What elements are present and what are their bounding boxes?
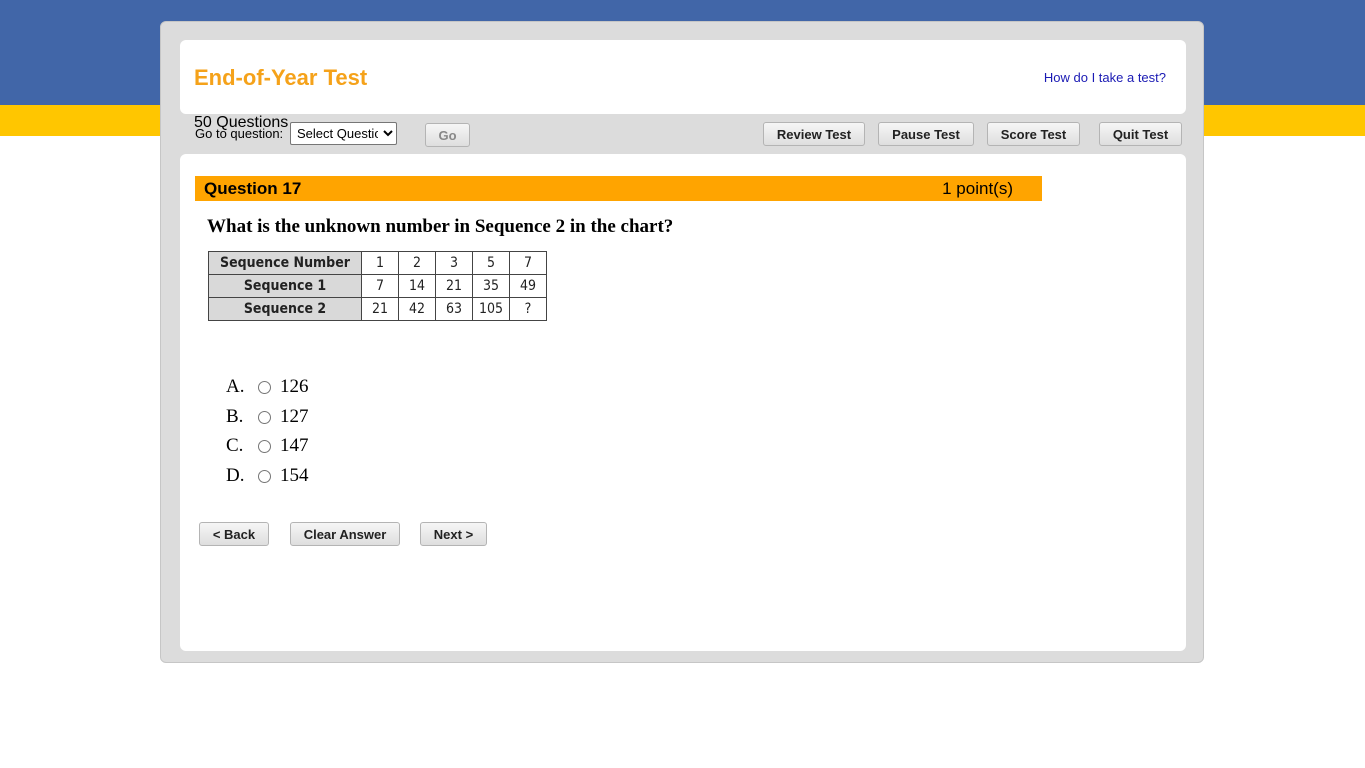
question-header-bar: Question 17 1 point(s) — [195, 176, 1042, 201]
answer-letter: D. — [226, 465, 245, 486]
sequence-table: Sequence Number 1 2 3 5 7 Sequence 1 7 1… — [208, 251, 547, 321]
table-cell: 5 — [472, 251, 510, 275]
back-button[interactable]: < Back — [199, 522, 269, 546]
answer-choice-d[interactable]: D. 154 — [226, 465, 426, 489]
table-cell: 14 — [398, 274, 436, 298]
table-cell: 1 — [361, 251, 399, 275]
next-button[interactable]: Next > — [420, 522, 487, 546]
row-header: Sequence Number — [208, 251, 362, 275]
score-test-button[interactable]: Score Test — [987, 122, 1080, 146]
question-text: What is the unknown number in Sequence 2… — [207, 216, 674, 237]
pause-test-button[interactable]: Pause Test — [878, 122, 974, 146]
answer-value: 154 — [280, 465, 309, 486]
question-panel: Question 17 1 point(s) What is the unkno… — [180, 154, 1186, 651]
answer-choice-b[interactable]: B. 127 — [226, 406, 426, 430]
question-points: 1 point(s) — [942, 179, 1013, 198]
test-title: End-of-Year Test — [194, 65, 368, 90]
test-frame: End-of-Year Test How do I take a test? 5… — [160, 21, 1204, 663]
test-header: End-of-Year Test How do I take a test? 5… — [180, 40, 1186, 131]
row-header: Sequence 1 — [208, 274, 362, 298]
table-cell: 63 — [435, 297, 473, 321]
answer-value: 126 — [280, 376, 309, 397]
go-button[interactable]: Go — [425, 123, 470, 147]
answer-choice-a[interactable]: A. 126 — [226, 376, 426, 400]
answer-letter: B. — [226, 406, 244, 427]
question-select[interactable]: Select Question — [290, 122, 397, 145]
row-header: Sequence 2 — [208, 297, 362, 321]
quit-test-button[interactable]: Quit Test — [1099, 122, 1182, 146]
table-cell: 49 — [509, 274, 547, 298]
answer-value: 147 — [280, 435, 309, 456]
answer-letter: A. — [226, 376, 245, 397]
table-cell: 42 — [398, 297, 436, 321]
answer-choice-c[interactable]: C. 147 — [226, 435, 426, 459]
table-cell: ? — [509, 297, 547, 321]
table-cell: 35 — [472, 274, 510, 298]
table-cell: 105 — [472, 297, 510, 321]
clear-answer-button[interactable]: Clear Answer — [290, 522, 400, 546]
table-cell: 2 — [398, 251, 436, 275]
question-number: Question 17 — [204, 179, 302, 198]
table-cell: 21 — [435, 274, 473, 298]
answer-radio-d[interactable] — [258, 470, 271, 483]
answer-radio-b[interactable] — [258, 411, 271, 424]
table-row: Sequence Number 1 2 3 5 7 — [208, 251, 547, 275]
table-cell: 7 — [361, 274, 399, 298]
answer-radio-c[interactable] — [258, 440, 271, 453]
table-cell: 21 — [361, 297, 399, 321]
review-test-button[interactable]: Review Test — [763, 122, 865, 146]
table-row: Sequence 1 7 14 21 35 49 — [208, 274, 547, 298]
help-link[interactable]: How do I take a test? — [1044, 70, 1166, 85]
answer-radio-a[interactable] — [258, 381, 271, 394]
table-cell: 7 — [509, 251, 547, 275]
answer-value: 127 — [280, 406, 309, 427]
goto-question-label: Go to question: — [195, 126, 284, 141]
table-cell: 3 — [435, 251, 473, 275]
table-row: Sequence 2 21 42 63 105 ? — [208, 297, 547, 321]
answer-letter: C. — [226, 435, 244, 456]
